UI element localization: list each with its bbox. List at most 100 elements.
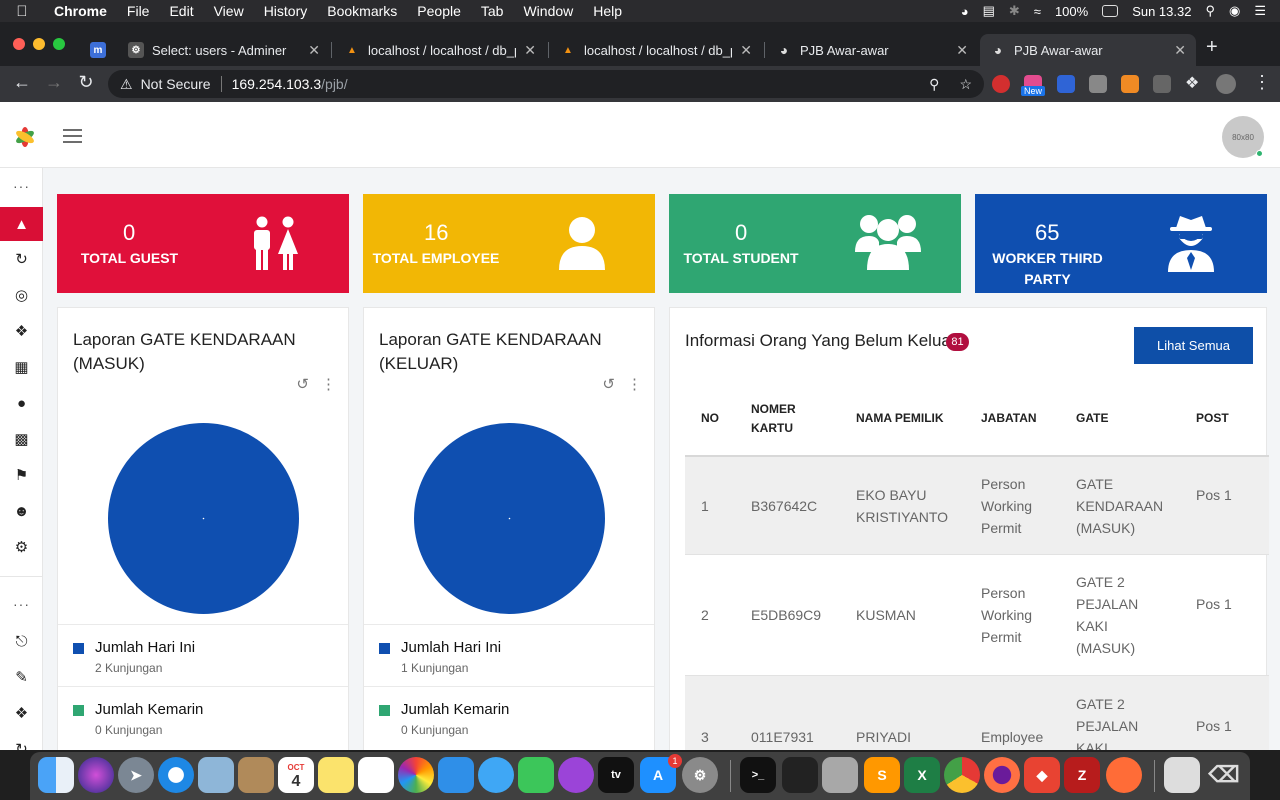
menu-tab[interactable]: Tab <box>471 3 514 19</box>
stat-card-total-student[interactable]: 0 TOTAL STUDENT <box>669 194 961 293</box>
sidebar-item-profile[interactable]: ☻ <box>0 494 43 528</box>
menu-view[interactable]: View <box>204 3 254 19</box>
close-window-button[interactable] <box>13 38 25 50</box>
sidebar-item-sync[interactable]: ↻ <box>0 242 43 276</box>
menu-people[interactable]: People <box>407 3 471 19</box>
forward-arrow-icon[interactable]: → <box>42 72 66 93</box>
security-status[interactable]: Not Secure <box>141 76 211 92</box>
stat-card-total-employee[interactable]: 16 TOTAL EMPLOYEE <box>363 194 655 293</box>
address-bar[interactable]: ⚠ Not Secure 169.254.103.3 /pjb/ ⚲ ☆ <box>108 70 984 98</box>
sidebar-item-login[interactable]: ⎋ <box>0 624 43 658</box>
menu-edit[interactable]: Edit <box>159 3 203 19</box>
trash-icon[interactable]: ⌫ <box>1206 757 1242 793</box>
postman-icon[interactable] <box>1106 757 1142 793</box>
safari-icon[interactable] <box>158 757 194 793</box>
menu-app-name[interactable]: Chrome <box>44 3 117 19</box>
sidebar-item-dashboard[interactable]: ▲ <box>0 207 43 241</box>
tab-pinned[interactable]: m <box>80 34 116 66</box>
siri-icon[interactable]: ◉ <box>1229 3 1240 19</box>
spotlight-search-icon[interactable]: ⚲ <box>1205 3 1215 19</box>
table-row[interactable]: 1 B367642C EKO BAYU KRISTIYANTO Person W… <box>685 455 1269 555</box>
sublime-text-icon[interactable]: S <box>864 757 900 793</box>
chrome-icon[interactable] <box>944 757 980 793</box>
extension-code-icon[interactable] <box>1153 75 1171 93</box>
tab-pjb-active[interactable]: ◕ PJB Awar-awar ✕ <box>980 34 1196 66</box>
podcasts-icon[interactable] <box>558 757 594 793</box>
apple-menu-icon[interactable]:  <box>0 3 44 20</box>
terminal-icon[interactable]: >_ <box>740 757 776 793</box>
bookmark-star-icon[interactable]: ☆ <box>959 76 972 93</box>
close-tab-icon[interactable]: ✕ <box>524 42 536 59</box>
drive-icon[interactable]: ▤ <box>983 3 995 19</box>
notes-icon[interactable] <box>318 757 354 793</box>
finder-icon[interactable] <box>38 757 74 793</box>
menu-window[interactable]: Window <box>513 3 583 19</box>
sidebar-more-icon[interactable]: ··· <box>0 178 43 194</box>
system-preferences-icon[interactable]: ⚙ <box>682 757 718 793</box>
menu-history[interactable]: History <box>254 3 318 19</box>
disk-utility-icon[interactable] <box>822 757 858 793</box>
zoom-window-button[interactable] <box>53 38 65 50</box>
refresh-icon[interactable]: ↺ <box>602 375 615 393</box>
sidebar-more-icon[interactable]: ··· <box>0 596 43 612</box>
apple-tv-icon[interactable]: tv <box>598 757 634 793</box>
close-tab-icon[interactable]: ✕ <box>1174 42 1186 59</box>
sidebar-item-refresh[interactable]: ↻ <box>0 732 43 750</box>
stat-card-worker-third-party[interactable]: 65 WORKER THIRD PARTY <box>975 194 1267 293</box>
key-icon[interactable]: ⚲ <box>929 76 939 93</box>
sidebar-item-support[interactable]: ◎ <box>0 278 43 312</box>
menu-file[interactable]: File <box>117 3 160 19</box>
extension-rss-icon[interactable] <box>1121 75 1139 93</box>
close-tab-icon[interactable]: ✕ <box>308 42 320 59</box>
wifi-icon[interactable]: ≈ <box>1034 4 1041 19</box>
filezilla-icon[interactable]: Z <box>1064 757 1100 793</box>
user-avatar[interactable]: 80x80 <box>1222 116 1264 158</box>
menu-help[interactable]: Help <box>583 3 632 19</box>
excel-icon[interactable]: X <box>904 757 940 793</box>
browser-menu-icon[interactable]: ⋮ <box>1250 72 1274 93</box>
firefox-icon[interactable] <box>984 757 1020 793</box>
extension-red-icon[interactable] <box>992 75 1010 93</box>
profile-avatar-icon[interactable] <box>1216 74 1236 94</box>
table-row[interactable]: 2 E5DB69C9 KUSMAN Person Working Permit … <box>685 555 1269 676</box>
new-tab-button[interactable]: + <box>1206 36 1218 59</box>
sidebar-item-users[interactable]: ● <box>0 386 43 420</box>
downloads-stack-icon[interactable] <box>1164 757 1200 793</box>
git-icon[interactable]: ◆ <box>1024 757 1060 793</box>
extensions-puzzle-icon[interactable]: ❖ <box>1185 73 1203 92</box>
close-tab-icon[interactable]: ✕ <box>956 42 968 59</box>
sidebar-item-settings[interactable]: ⚙ <box>0 530 43 564</box>
preview-icon[interactable] <box>198 757 234 793</box>
contacts-icon[interactable] <box>238 757 274 793</box>
siri-icon[interactable] <box>78 757 114 793</box>
launchpad-icon[interactable]: ➤ <box>118 757 154 793</box>
control-center-icon[interactable]: ☰ <box>1254 3 1266 19</box>
reminders-icon[interactable] <box>358 757 394 793</box>
xcode-icon[interactable] <box>438 757 474 793</box>
lihat-semua-button[interactable]: Lihat Semua <box>1134 327 1253 364</box>
stat-card-total-guest[interactable]: 0 TOTAL GUEST <box>57 194 349 293</box>
more-vertical-icon[interactable]: ⋮ <box>627 375 642 393</box>
extension-mail-icon[interactable] <box>1057 75 1075 93</box>
back-arrow-icon[interactable]: ← <box>10 72 34 93</box>
messages-icon[interactable] <box>478 757 514 793</box>
sidebar-item-plugins[interactable]: ❖ <box>0 314 43 348</box>
reload-icon[interactable]: ↻ <box>74 72 98 93</box>
clock-text[interactable]: Sun 13.32 <box>1132 4 1191 19</box>
menu-bookmarks[interactable]: Bookmarks <box>317 3 407 19</box>
app-logo-icon[interactable] <box>12 124 38 150</box>
tab-phpmyadmin-1[interactable]: ▲ localhost / localhost / db_p ✕ <box>334 34 546 66</box>
sidebar-item-apps[interactable]: ▩ <box>0 422 43 456</box>
bluetooth-icon[interactable]: ✱ <box>1009 3 1020 19</box>
tab-pjb-1[interactable]: ◕ PJB Awar-awar ✕ <box>766 34 978 66</box>
close-tab-icon[interactable]: ✕ <box>740 42 752 59</box>
battery-icon[interactable] <box>1102 5 1119 17</box>
activity-monitor-icon[interactable] <box>782 757 818 793</box>
creative-cloud-icon[interactable]: ◕ <box>961 4 969 19</box>
more-vertical-icon[interactable]: ⋮ <box>321 375 336 393</box>
tab-phpmyadmin-2[interactable]: ▲ localhost / localhost / db_p ✕ <box>550 34 762 66</box>
table-row[interactable]: 3 011E7931 PRIYADI Employee GATE 2 PEJAL… <box>685 676 1269 750</box>
calendar-icon[interactable]: OCT 4 <box>278 757 314 793</box>
sidebar-item-calendar[interactable]: ▦ <box>0 350 43 384</box>
hamburger-menu-icon[interactable] <box>63 129 82 143</box>
